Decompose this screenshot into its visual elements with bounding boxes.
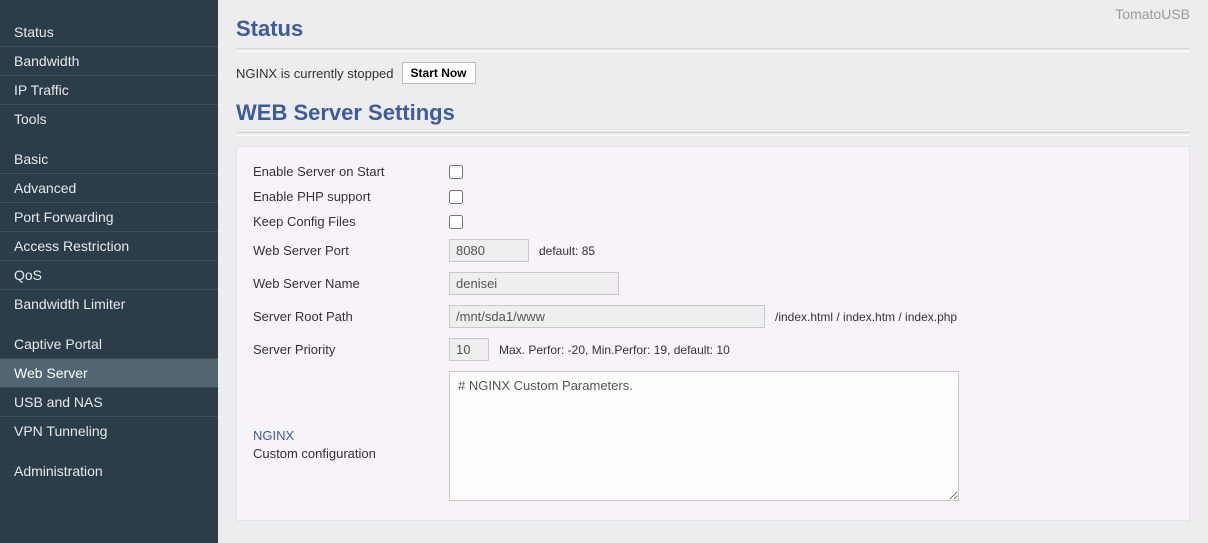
- status-text: NGINX is currently stopped: [236, 66, 394, 81]
- custom-config-title: NGINX: [253, 427, 449, 445]
- priority-input[interactable]: [449, 338, 489, 361]
- status-heading: Status: [236, 16, 1190, 49]
- port-label: Web Server Port: [253, 243, 449, 258]
- sidebar-item-vpn-tunneling[interactable]: VPN Tunneling: [0, 416, 218, 445]
- sidebar: Status Bandwidth IP Traffic Tools Basic …: [0, 0, 218, 543]
- server-name-label: Web Server Name: [253, 276, 449, 291]
- port-input[interactable]: [449, 239, 529, 262]
- start-now-button[interactable]: Start Now: [402, 62, 476, 84]
- main-content: TomatoUSB Status NGINX is currently stop…: [218, 0, 1208, 543]
- sidebar-item-advanced[interactable]: Advanced: [0, 173, 218, 202]
- enable-php-label: Enable PHP support: [253, 189, 449, 204]
- sidebar-item-tools[interactable]: Tools: [0, 104, 218, 133]
- sidebar-item-bandwidth-limiter[interactable]: Bandwidth Limiter: [0, 289, 218, 318]
- sidebar-item-access-restriction[interactable]: Access Restriction: [0, 231, 218, 260]
- enable-on-start-label: Enable Server on Start: [253, 164, 449, 179]
- settings-heading: WEB Server Settings: [236, 100, 1190, 133]
- keep-config-label: Keep Config Files: [253, 214, 449, 229]
- sidebar-item-administration[interactable]: Administration: [0, 457, 218, 485]
- sidebar-item-captive-portal[interactable]: Captive Portal: [0, 330, 218, 358]
- sidebar-item-web-server[interactable]: Web Server: [0, 358, 218, 387]
- enable-php-checkbox[interactable]: [449, 190, 463, 204]
- sidebar-item-iptraffic[interactable]: IP Traffic: [0, 75, 218, 104]
- priority-hint: Max. Perfor: -20, Min.Perfor: 19, defaul…: [499, 343, 730, 357]
- custom-config-subtitle: Custom configuration: [253, 446, 376, 461]
- sidebar-item-bandwidth[interactable]: Bandwidth: [0, 46, 218, 75]
- root-path-hint: /index.html / index.htm / index.php: [775, 310, 957, 324]
- brand-label: TomatoUSB: [1115, 6, 1190, 22]
- custom-config-textarea[interactable]: [449, 371, 959, 501]
- root-path-label: Server Root Path: [253, 309, 449, 324]
- root-path-input[interactable]: [449, 305, 765, 328]
- keep-config-checkbox[interactable]: [449, 215, 463, 229]
- settings-panel: Enable Server on Start Enable PHP suppor…: [236, 146, 1190, 521]
- sidebar-item-qos[interactable]: QoS: [0, 260, 218, 289]
- priority-label: Server Priority: [253, 342, 449, 357]
- enable-on-start-checkbox[interactable]: [449, 165, 463, 179]
- sidebar-item-basic[interactable]: Basic: [0, 145, 218, 173]
- sidebar-item-usb-nas[interactable]: USB and NAS: [0, 387, 218, 416]
- sidebar-item-port-forwarding[interactable]: Port Forwarding: [0, 202, 218, 231]
- port-hint: default: 85: [539, 244, 595, 258]
- server-name-input[interactable]: [449, 272, 619, 295]
- sidebar-item-status[interactable]: Status: [0, 18, 218, 46]
